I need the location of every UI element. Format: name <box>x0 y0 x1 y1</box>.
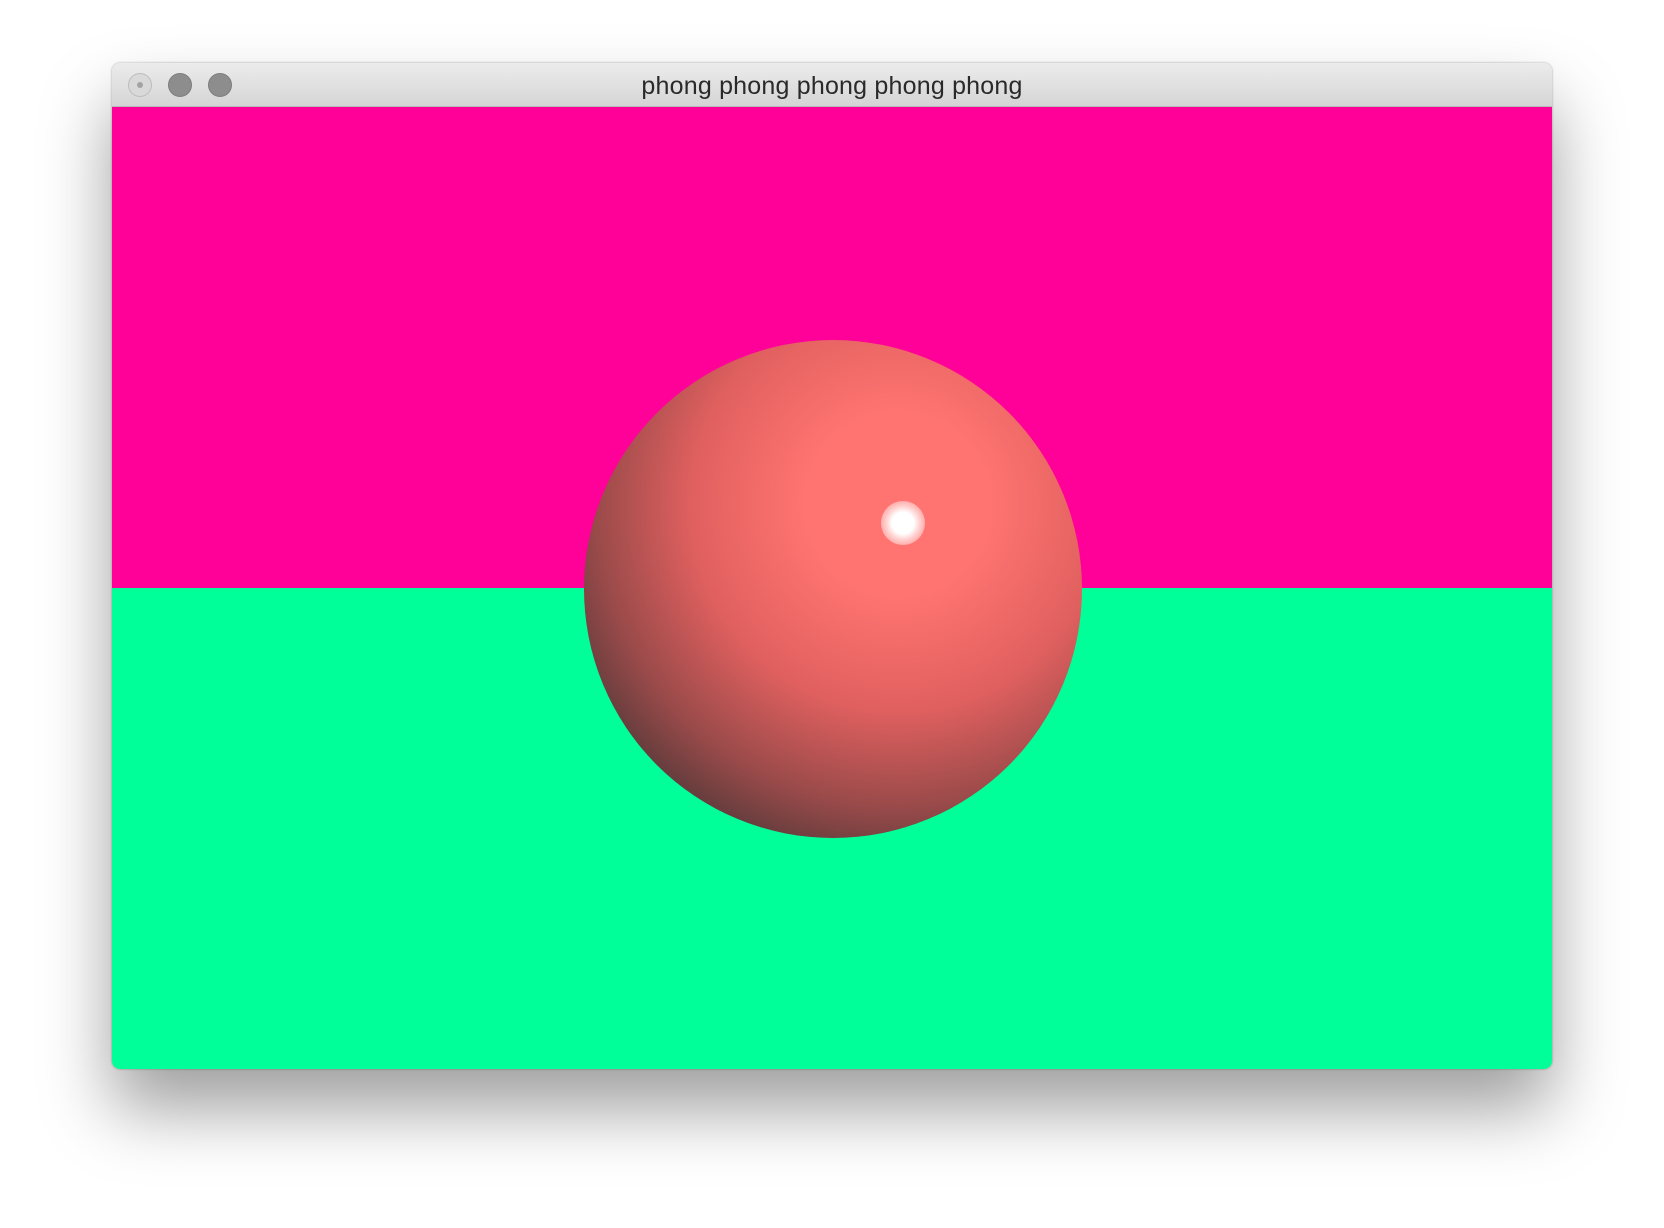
title-bar[interactable]: phong phong phong phong phong <box>112 63 1552 107</box>
specular-highlight <box>881 501 925 545</box>
app-window: phong phong phong phong phong <box>112 63 1552 1069</box>
shaded-sphere <box>584 340 1082 838</box>
render-viewport <box>112 107 1552 1069</box>
window-title: phong phong phong phong phong <box>641 72 1023 100</box>
